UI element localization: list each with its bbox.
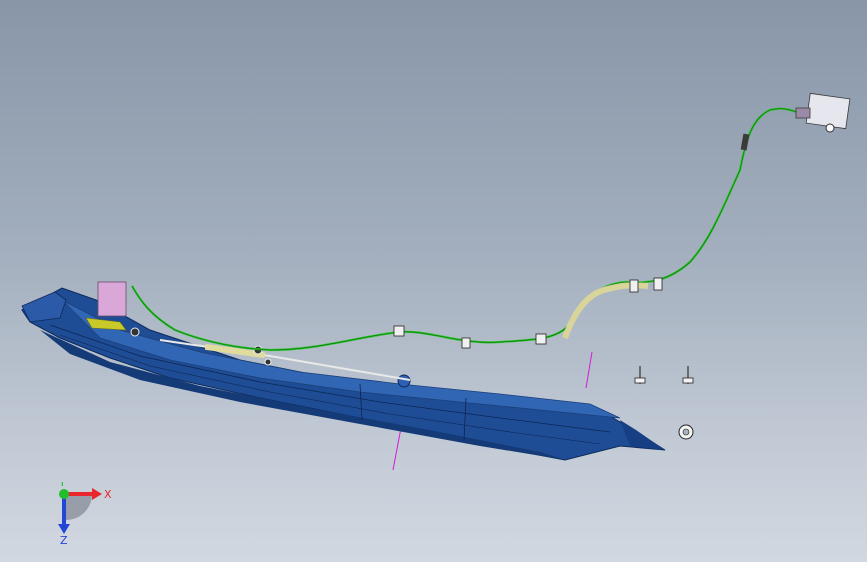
mounting-bolt-2[interactable] — [682, 366, 694, 384]
connector-mount-hole — [825, 123, 835, 133]
fastener-clip — [130, 327, 140, 337]
harness-clip-5 — [653, 277, 663, 291]
cad-graphics-viewport[interactable]: X Y Z — [0, 0, 867, 562]
panel-round-clip — [397, 374, 411, 388]
mechanism-bracket — [97, 281, 127, 317]
3d-model-view[interactable] — [0, 0, 867, 562]
fastener-clip-3 — [264, 358, 272, 366]
orientation-triad: X Y Z — [58, 482, 112, 546]
bolt-head — [682, 377, 694, 384]
harness-clip-3 — [535, 333, 547, 345]
harness-clip — [393, 325, 405, 337]
wire-harness[interactable] — [131, 107, 809, 352]
triad-z-arrowhead — [58, 524, 70, 534]
bolt-head — [634, 377, 646, 384]
connector-housing — [805, 92, 851, 130]
triad-y-label: Y — [58, 482, 66, 489]
harness-clip-2 — [461, 337, 471, 349]
triad-x-arrowhead — [92, 488, 102, 500]
triad-plane-shading — [64, 494, 93, 521]
wire-harness-cable — [131, 107, 809, 352]
panel-front-end — [21, 291, 67, 323]
triad-y-origin — [59, 489, 69, 499]
connector-plug — [795, 107, 811, 119]
mounting-bolt[interactable] — [634, 366, 646, 384]
washer[interactable] — [678, 424, 694, 440]
washer-inner — [682, 428, 690, 436]
harness-grommet — [740, 133, 750, 151]
corrugated-sleeve — [562, 282, 649, 339]
construction-line-right — [585, 351, 593, 389]
harness-clip-4 — [629, 279, 639, 293]
wire-harness-cable-outline — [131, 108, 809, 351]
connector-bracket[interactable] — [795, 92, 851, 133]
triad-x-label: X — [104, 488, 112, 501]
triad-z-label: Z — [60, 534, 68, 546]
